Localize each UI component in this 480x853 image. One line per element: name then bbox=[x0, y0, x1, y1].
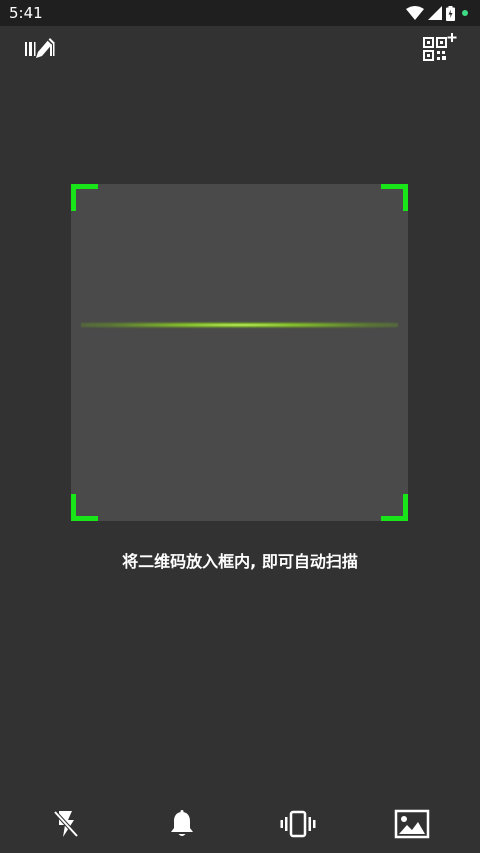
qr-code-add-icon bbox=[423, 33, 457, 67]
flash-off-icon bbox=[52, 809, 80, 843]
vibrate-icon bbox=[280, 809, 316, 843]
bell-icon bbox=[168, 809, 196, 843]
barcode-edit-icon bbox=[23, 34, 57, 66]
signal-icon bbox=[428, 6, 442, 20]
wifi-icon bbox=[406, 6, 424, 20]
status-bar: 5:41 bbox=[0, 0, 480, 26]
scan-line bbox=[81, 322, 398, 328]
flash-toggle-button[interactable] bbox=[46, 808, 86, 844]
status-time: 5:41 bbox=[9, 4, 43, 22]
scan-corner-top-left bbox=[71, 184, 98, 211]
notification-dot-icon bbox=[462, 10, 468, 16]
qr-code-add-button[interactable] bbox=[422, 33, 458, 67]
bottom-toolbar bbox=[0, 800, 480, 852]
gallery-icon bbox=[394, 809, 430, 843]
barcode-edit-button[interactable] bbox=[22, 34, 58, 66]
scan-frame bbox=[71, 184, 408, 521]
scan-hint-text: 将二维码放入框内, 即可自动扫描 bbox=[122, 552, 358, 571]
battery-charging-icon bbox=[446, 5, 455, 21]
vibrate-toggle-button[interactable] bbox=[278, 808, 318, 844]
scanner-screen: 5:41 将二维码放入框内, 即可自动扫描 bbox=[0, 0, 480, 853]
sound-toggle-button[interactable] bbox=[162, 808, 202, 844]
scan-corner-top-right bbox=[381, 184, 408, 211]
scan-corner-bottom-left bbox=[71, 494, 98, 521]
scan-corner-bottom-right bbox=[381, 494, 408, 521]
gallery-button[interactable] bbox=[392, 808, 432, 844]
status-icons bbox=[406, 5, 468, 21]
